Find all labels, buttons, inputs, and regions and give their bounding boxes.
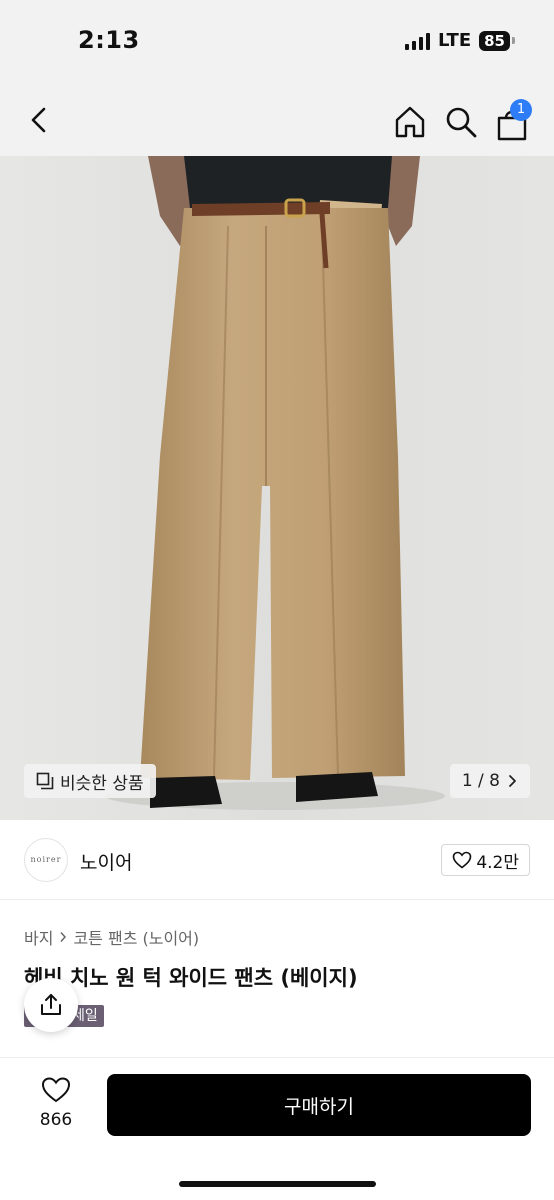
cart-count-badge: 1 [510,99,532,121]
wishlist-count: 866 [39,1110,73,1130]
pants-photo [0,156,554,820]
similar-products-button[interactable]: 비슷한 상품 [24,764,156,798]
bottom-purchase-bar: 866 구매하기 [0,1057,554,1200]
image-pager-label: 1 / 8 [461,771,500,791]
status-time: 2:13 [78,26,140,54]
signal-icon [405,32,431,50]
home-indicator [179,1181,376,1187]
home-icon[interactable] [392,104,428,140]
nav-bar: 1 [0,84,554,156]
status-bar: 2:13 LTE 85 [0,0,554,84]
brand-name[interactable]: 노이어 [80,848,132,875]
battery-icon: 85 [479,30,515,51]
brand-like-button[interactable]: 4.2만 [441,844,530,876]
breadcrumb: 바지 코튼 팬츠 (노이어) [24,925,199,949]
heart-icon [41,1077,71,1103]
image-pager[interactable]: 1 / 8 [449,764,530,798]
share-button[interactable] [24,978,78,1032]
breadcrumb-category[interactable]: 바지 [24,925,53,949]
wishlist-button[interactable]: 866 [28,1076,84,1130]
brand-logo[interactable]: noirer [24,838,68,882]
product-title: 헤비 치노 원 턱 와이드 팬츠 (베이지) [24,966,358,990]
similar-products-label: 비슷한 상품 [60,773,144,794]
breadcrumb-subcategory[interactable]: 코튼 팬츠 (노이어) [73,925,199,949]
status-indicators: LTE 85 [405,30,515,51]
heart-icon [453,851,472,869]
similar-icon [36,772,54,790]
brand-like-count: 4.2만 [476,852,519,873]
share-icon [41,994,61,1015]
product-image[interactable]: 비슷한 상품 1 / 8 [0,156,554,820]
chevron-right-icon [509,775,516,787]
back-icon[interactable] [22,102,58,138]
search-icon[interactable] [443,104,479,140]
chevron-right-icon [60,932,67,942]
brand-row[interactable]: noirer 노이어 4.2만 [0,820,554,900]
network-type: LTE [438,30,472,51]
buy-button[interactable]: 구매하기 [107,1074,531,1136]
